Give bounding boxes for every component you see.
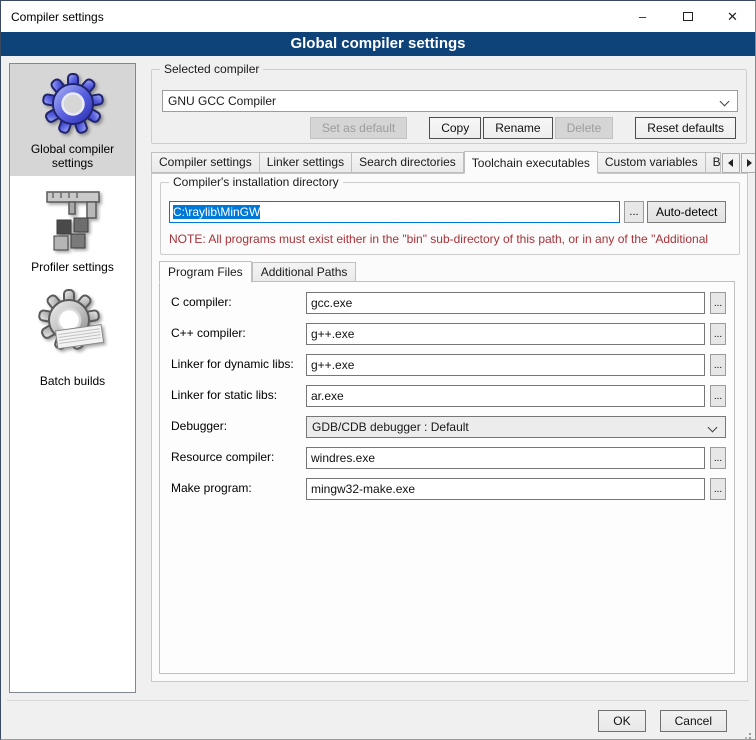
page-title: Global compiler settings [1,32,755,56]
group-label: Compiler's installation directory [169,175,343,189]
cancel-button[interactable]: Cancel [660,710,727,732]
browse-resource-compiler-button[interactable]: ... [710,447,726,469]
field-label: Linker for dynamic libs: [171,354,306,371]
tab-compiler-settings[interactable]: Compiler settings [151,152,260,173]
window-controls: – ✕ [620,1,755,32]
selected-path-text: C:\raylib\MinGW [173,205,260,219]
make-program-input[interactable] [306,478,705,500]
sidebar-item-global-compiler-settings[interactable]: Global compiler settings [10,64,135,176]
close-icon: ✕ [727,9,738,25]
program-files-page: C compiler: ... C++ compiler: ... Linker… [159,281,735,674]
field-label: C compiler: [171,292,306,309]
rename-button[interactable]: Rename [483,117,552,139]
toolchain-executables-page: Compiler's installation directory C:\ray… [151,173,748,682]
sidebar-item-profiler-settings[interactable]: Profiler settings [10,176,135,280]
form-row-make-program: Make program: ... [171,478,734,500]
field-label: Debugger: [171,416,306,433]
tab-build-options[interactable]: Build options [706,152,721,173]
installation-directory-input[interactable]: C:\raylib\MinGW [169,201,620,223]
field-label: Resource compiler: [171,447,306,464]
arrow-right-icon [747,159,756,167]
compiler-buttons-row: Set as default Copy Rename Delete Reset … [162,117,736,139]
ok-button[interactable]: OK [598,710,645,732]
reset-defaults-button[interactable]: Reset defaults [635,117,736,139]
sidebar-item-label: Profiler settings [13,260,132,274]
tab-program-files[interactable]: Program Files [159,261,252,283]
c-compiler-input[interactable] [306,292,705,314]
compiler-select[interactable]: GNU GCC Compiler [162,90,738,112]
tab-search-directories[interactable]: Search directories [352,152,464,173]
copy-button[interactable]: Copy [429,117,481,139]
tab-scroll-arrows [721,153,756,173]
minimize-icon: – [639,9,646,24]
browse-c-compiler-button[interactable]: ... [710,292,726,314]
settings-sidebar: Global compiler settings [9,63,136,693]
debugger-select[interactable]: GDB/CDB debugger : Default [306,416,726,438]
form-row-resource-compiler: Resource compiler: ... [171,447,734,469]
minimize-button[interactable]: – [620,1,665,32]
tab-scroll-left-button[interactable] [722,153,740,173]
compiler-select-value: GNU GCC Compiler [168,94,276,108]
bin-subdirectory-note: NOTE: All programs must exist either in … [169,232,735,246]
form-row-static-linker: Linker for static libs: ... [171,385,734,407]
compiler-settings-dialog: Compiler settings – ✕ Global compiler se… [0,0,756,740]
gray-gear-papers-icon [37,288,109,368]
dynamic-linker-input[interactable] [306,354,705,376]
auto-detect-button[interactable]: Auto-detect [647,201,726,223]
blue-gear-icon [41,72,105,136]
resize-grip-icon[interactable] [749,733,751,735]
settings-tabstrip: Compiler settings Linker settings Search… [151,150,748,173]
maximize-button[interactable] [665,1,710,32]
form-row-dynamic-linker: Linker for dynamic libs: ... [171,354,734,376]
tab-scroll-right-button[interactable] [741,153,756,173]
sidebar-item-label: Batch builds [13,374,132,388]
maximize-icon [683,12,693,21]
field-label: C++ compiler: [171,323,306,340]
caliper-icon [41,184,105,254]
chevron-down-icon [720,97,730,107]
field-label: Make program: [171,478,306,495]
installation-directory-row: C:\raylib\MinGW ... Auto-detect [169,201,726,223]
chevron-down-icon [708,423,718,433]
browse-make-program-button[interactable]: ... [710,478,726,500]
footer-separator [7,700,749,701]
tab-linker-settings[interactable]: Linker settings [260,152,352,173]
cpp-compiler-input[interactable] [306,323,705,345]
set-as-default-button[interactable]: Set as default [310,117,407,139]
installation-directory-group: Compiler's installation directory C:\ray… [160,182,740,255]
browse-directory-button[interactable]: ... [624,201,644,223]
static-linker-input[interactable] [306,385,705,407]
arrow-left-icon [724,159,733,167]
footer-buttons: OK Cancel [598,710,727,732]
browse-cpp-compiler-button[interactable]: ... [710,323,726,345]
group-label: Selected compiler [160,62,263,76]
form-row-debugger: Debugger: GDB/CDB debugger : Default [171,416,734,438]
titlebar: Compiler settings – ✕ [1,1,755,32]
window-title: Compiler settings [1,10,104,24]
debugger-select-value: GDB/CDB debugger : Default [312,420,469,434]
delete-button[interactable]: Delete [555,117,614,139]
tab-toolchain-executables[interactable]: Toolchain executables [464,151,598,174]
resource-compiler-input[interactable] [306,447,705,469]
tab-custom-variables[interactable]: Custom variables [598,152,706,173]
program-files-tabstrip: Program Files Additional Paths [159,260,356,282]
form-row-cpp-compiler: C++ compiler: ... [171,323,734,345]
sidebar-item-label: Global compiler settings [13,142,132,170]
sidebar-item-batch-builds[interactable]: Batch builds [10,280,135,394]
close-button[interactable]: ✕ [710,1,755,32]
tab-additional-paths[interactable]: Additional Paths [252,262,357,282]
form-row-c-compiler: C compiler: ... [171,292,734,314]
browse-dynamic-linker-button[interactable]: ... [710,354,726,376]
selected-compiler-group: Selected compiler GNU GCC Compiler Set a… [151,69,747,144]
browse-static-linker-button[interactable]: ... [710,385,726,407]
field-label: Linker for static libs: [171,385,306,402]
